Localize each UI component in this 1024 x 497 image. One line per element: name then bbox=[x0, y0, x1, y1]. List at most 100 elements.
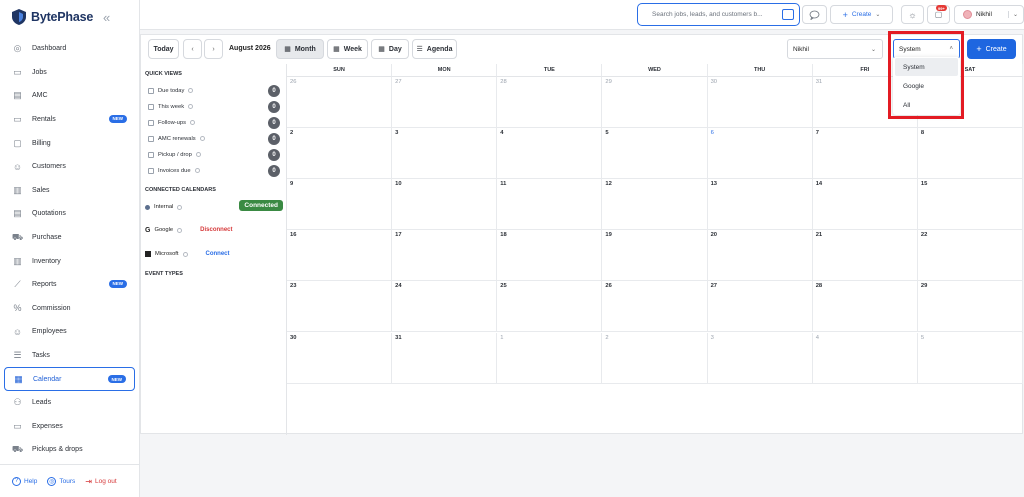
day-cell[interactable]: 27 bbox=[392, 77, 498, 129]
day-cell[interactable]: 8 bbox=[917, 128, 1023, 180]
day-cell[interactable]: 24 bbox=[392, 281, 498, 333]
chat-button[interactable] bbox=[802, 5, 827, 24]
day-cell[interactable]: 23 bbox=[287, 281, 393, 333]
day-number: 12 bbox=[605, 181, 612, 188]
view-month-button[interactable]: ▦ Month bbox=[276, 39, 324, 59]
view-week-button[interactable]: ▦ Week bbox=[327, 39, 368, 59]
top-create-button[interactable]: + Create ⌄ bbox=[830, 5, 893, 24]
day-cell[interactable]: 1 bbox=[497, 332, 603, 384]
calendar-name: Google bbox=[154, 227, 174, 233]
help-link[interactable]: ? Help bbox=[12, 476, 37, 486]
view-day-button[interactable]: ▦ Day bbox=[371, 39, 409, 59]
scan-icon[interactable] bbox=[782, 9, 794, 20]
sidebar-item-tasks[interactable]: ☰ Tasks bbox=[4, 344, 135, 368]
day-cell[interactable]: 30 bbox=[287, 332, 393, 384]
quick-view-item[interactable]: Invoices due 0 bbox=[148, 163, 280, 178]
day-cell[interactable]: 20 bbox=[707, 230, 813, 282]
user-filter-select[interactable]: Nikhil ⌄ bbox=[787, 39, 883, 59]
sidebar-item-commission[interactable]: % Commission bbox=[4, 297, 135, 321]
sidebar-item-jobs[interactable]: ▭ Jobs bbox=[4, 61, 135, 85]
day-cell[interactable]: 21 bbox=[812, 230, 918, 282]
day-cell[interactable]: 22 bbox=[917, 230, 1023, 282]
sidebar-item-customers[interactable]: ☺ Customers bbox=[4, 155, 135, 179]
shield-logo-icon bbox=[12, 9, 26, 25]
day-cell[interactable]: 27 bbox=[707, 281, 813, 333]
quick-view-item[interactable]: Due today 0 bbox=[148, 83, 280, 98]
sidebar-item-label: Purchase bbox=[32, 234, 62, 242]
sidebar-item-pickups-drops[interactable]: ⛟ Pickups & drops bbox=[4, 438, 135, 462]
connected-status-badge[interactable]: Connected bbox=[239, 200, 283, 211]
day-cell[interactable]: 25 bbox=[497, 281, 603, 333]
day-cell[interactable]: 30 bbox=[707, 77, 813, 129]
day-cell[interactable]: 5 bbox=[602, 128, 708, 180]
quick-view-item[interactable]: This week 0 bbox=[148, 99, 280, 114]
day-cell[interactable]: 2 bbox=[602, 332, 708, 384]
user-menu-button[interactable]: Nikhil ⌄ bbox=[954, 5, 1024, 24]
prev-button[interactable]: ‹ bbox=[183, 39, 202, 59]
sidebar-item-purchase[interactable]: ⛟ Purchase bbox=[4, 226, 135, 250]
sidebar-item-sales[interactable]: ▥ Sales bbox=[4, 179, 135, 203]
day-cell[interactable]: 26 bbox=[602, 281, 708, 333]
day-cell[interactable]: 4 bbox=[497, 128, 603, 180]
day-cell[interactable]: 6 bbox=[707, 128, 813, 180]
sidebar-item-leads[interactable]: ⚇ Leads bbox=[4, 391, 135, 415]
day-cell[interactable]: 31 bbox=[392, 332, 498, 384]
sidebar-item-reports[interactable]: ⟋ Reports NEW bbox=[4, 273, 135, 297]
create-event-button[interactable]: + Create bbox=[967, 39, 1016, 59]
sidebar-item-label: Leads bbox=[32, 399, 52, 407]
day-cell[interactable]: 9 bbox=[287, 179, 393, 231]
today-button[interactable]: Today bbox=[148, 39, 179, 59]
day-cell[interactable]: 12 bbox=[602, 179, 708, 231]
day-cell[interactable]: 14 bbox=[812, 179, 918, 231]
collapse-sidebar-icon[interactable]: « bbox=[103, 11, 110, 24]
tours-icon: ◎ bbox=[47, 476, 57, 486]
view-agenda-button[interactable]: ☰ Agenda bbox=[412, 39, 457, 59]
sidebar-item-employees[interactable]: ☺ Employees bbox=[4, 320, 135, 344]
day-cell[interactable]: 29 bbox=[917, 281, 1023, 333]
day-cell[interactable]: 2 bbox=[287, 128, 393, 180]
disconnect-google-button[interactable]: Disconnect bbox=[200, 227, 232, 233]
day-cell[interactable]: 3 bbox=[707, 332, 813, 384]
sidebar-item-label: Billing bbox=[32, 139, 51, 147]
sidebar-item-label: Sales bbox=[32, 186, 50, 194]
logout-link[interactable]: ⇥ Log out bbox=[85, 477, 116, 486]
sidebar-item-rentals[interactable]: ▭ Rentals NEW bbox=[4, 108, 135, 132]
day-cell[interactable]: 11 bbox=[497, 179, 603, 231]
quick-view-item[interactable]: Follow-ups 0 bbox=[148, 115, 280, 130]
connect-microsoft-button[interactable]: Connect bbox=[206, 251, 230, 257]
day-cell[interactable]: 29 bbox=[602, 77, 708, 129]
theme-toggle-button[interactable]: ☼ bbox=[901, 5, 924, 24]
day-cell[interactable]: 19 bbox=[602, 230, 708, 282]
day-cell[interactable]: 3 bbox=[392, 128, 498, 180]
sidebar-item-inventory[interactable]: ▥ Inventory bbox=[4, 249, 135, 273]
quick-view-icon bbox=[148, 135, 154, 142]
day-cell[interactable]: 17 bbox=[392, 230, 498, 282]
quick-view-item[interactable]: Pickup / drop 0 bbox=[148, 147, 280, 162]
day-cell[interactable]: 28 bbox=[497, 77, 603, 129]
day-cell[interactable]: 4 bbox=[812, 332, 918, 384]
sidebar-item-quotations[interactable]: ▤ Quotations bbox=[4, 202, 135, 226]
day-cell[interactable]: 15 bbox=[917, 179, 1023, 231]
sidebar-item-billing[interactable]: ▢ Billing bbox=[4, 131, 135, 155]
day-cell[interactable]: 18 bbox=[497, 230, 603, 282]
sidebar-item-dashboard[interactable]: ◎ Dashboard bbox=[4, 37, 135, 61]
day-cell[interactable]: 16 bbox=[287, 230, 393, 282]
day-cell[interactable]: 7 bbox=[812, 128, 918, 180]
notifications-button[interactable]: ▢ 99+ bbox=[927, 5, 950, 24]
global-search-input[interactable]: Search jobs, leads, and customers b... bbox=[637, 3, 800, 26]
day-cell[interactable]: 10 bbox=[392, 179, 498, 231]
quick-view-item[interactable]: AMC renewals 0 bbox=[148, 131, 280, 146]
brand-logo[interactable]: BytePhase bbox=[12, 9, 93, 25]
next-button[interactable]: › bbox=[204, 39, 223, 59]
day-cell[interactable]: 28 bbox=[812, 281, 918, 333]
day-cell[interactable]: 26 bbox=[287, 77, 393, 129]
sidebar-item-expenses[interactable]: ▭ Expenses bbox=[4, 415, 135, 439]
tasks-icon: ☰ bbox=[13, 350, 22, 361]
tours-link[interactable]: ◎ Tours bbox=[47, 476, 75, 486]
calendar-name: Microsoft bbox=[155, 251, 179, 257]
sidebar-item-calendar[interactable]: ▦ Calendar NEW bbox=[4, 367, 135, 391]
day-cell[interactable]: 13 bbox=[707, 179, 813, 231]
sidebar-item-amc[interactable]: ▤ AMC bbox=[4, 84, 135, 108]
day-number: 13 bbox=[710, 181, 718, 188]
day-cell[interactable]: 5 bbox=[917, 332, 1023, 384]
